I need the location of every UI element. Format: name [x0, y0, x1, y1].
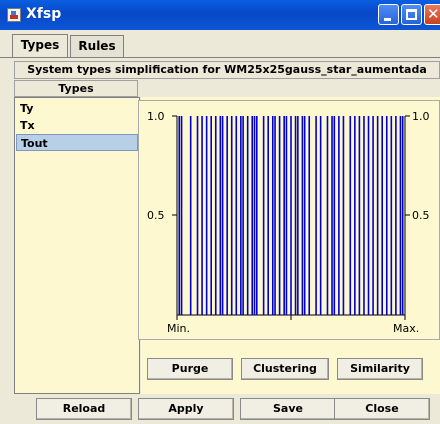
- minimize-icon: [384, 18, 391, 21]
- clustering-button[interactable]: Clustering: [241, 358, 329, 380]
- types-list: Ty Tx Tout: [14, 97, 140, 394]
- y-label-right-05: 0.5: [412, 209, 430, 222]
- tab-rules[interactable]: Rules: [70, 35, 124, 57]
- chart-bars: [178, 116, 404, 315]
- y-label-left-05: 0.5: [147, 209, 165, 222]
- tab-types[interactable]: Types: [12, 34, 68, 58]
- type-item-tout[interactable]: Tout: [16, 134, 138, 151]
- panel-title: System types simplification for WM25x25g…: [14, 61, 440, 79]
- apply-button[interactable]: Apply: [138, 398, 234, 420]
- reload-button[interactable]: Reload: [36, 398, 132, 420]
- similarity-button[interactable]: Similarity: [337, 358, 423, 380]
- types-column-header: Types: [14, 80, 138, 97]
- app-icon: [7, 8, 21, 22]
- close-icon: ✕: [427, 5, 440, 23]
- y-label-left-1: 1.0: [147, 110, 165, 123]
- window-title: Xfsp: [26, 6, 62, 22]
- minimize-button[interactable]: [378, 4, 399, 25]
- title-bar[interactable]: Xfsp ✕: [0, 0, 440, 30]
- x-label-max: Max.: [393, 322, 419, 335]
- maximize-icon: [406, 9, 417, 20]
- type-item-ty[interactable]: Ty: [16, 100, 138, 117]
- tab-divider: [0, 57, 440, 58]
- y-label-right-1: 1.0: [412, 110, 430, 123]
- xfsp-window: Xfsp ✕ Types Rules System types simplifi…: [0, 0, 440, 424]
- chart-canvas: 1.0 0.5 1.0 0.5 Min. Max.: [147, 110, 430, 335]
- x-label-min: Min.: [167, 322, 190, 335]
- type-item-tx[interactable]: Tx: [16, 117, 138, 134]
- membership-chart: 1.0 0.5 1.0 0.5 Min. Max.: [138, 100, 440, 340]
- close-button[interactable]: Close: [334, 398, 430, 420]
- save-button[interactable]: Save: [240, 398, 336, 420]
- close-window-button[interactable]: ✕: [424, 4, 440, 25]
- maximize-button[interactable]: [401, 4, 422, 25]
- purge-button[interactable]: Purge: [147, 358, 233, 380]
